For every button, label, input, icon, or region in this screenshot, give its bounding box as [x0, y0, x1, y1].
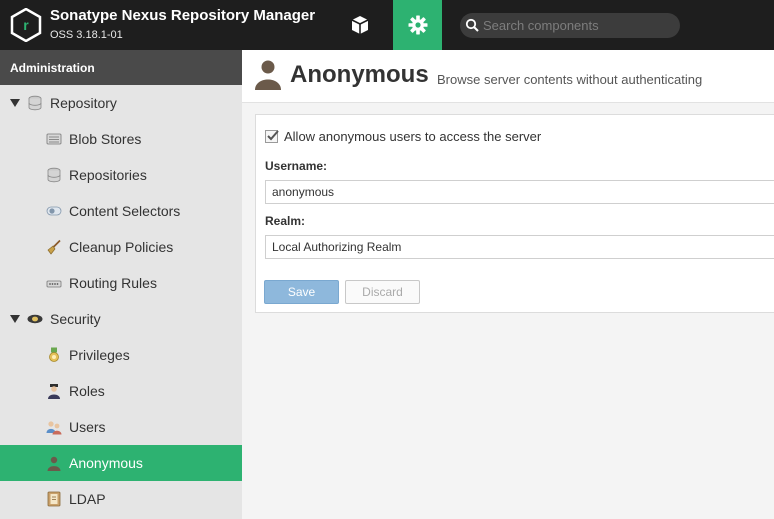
sidebar-item-blob-stores[interactable]: Blob Stores — [0, 121, 242, 157]
sidebar-item-repositories[interactable]: Repositories — [0, 157, 242, 193]
sidebar-item-label: Repositories — [69, 167, 147, 183]
page-subtitle: Browse server contents without authentic… — [437, 72, 703, 87]
server-icon — [46, 133, 62, 145]
broom-icon — [47, 239, 61, 255]
sidebar-heading: Administration — [0, 50, 242, 85]
selector-icon — [46, 206, 62, 216]
cube-icon — [351, 16, 368, 34]
users-icon — [46, 421, 62, 435]
police-badge-icon — [27, 314, 43, 324]
administration-nav-button[interactable] — [393, 0, 442, 50]
app-version: OSS 3.18.1-01 — [50, 29, 123, 41]
main-content: Anonymous Browse server contents without… — [242, 50, 774, 519]
sidebar-item-label: Anonymous — [69, 455, 143, 471]
router-icon — [46, 280, 62, 288]
sidebar-item-label: Privileges — [69, 347, 130, 363]
username-field[interactable]: anonymous — [265, 180, 774, 204]
sidebar-item-users[interactable]: Users — [0, 409, 242, 445]
sidebar-item-routing-rules[interactable]: Routing Rules — [0, 265, 242, 301]
browse-nav-button[interactable] — [335, 0, 384, 50]
chevron-down-icon[interactable] — [10, 315, 20, 323]
sidebar-item-roles[interactable]: Roles — [0, 373, 242, 409]
user-silhouette-icon — [47, 456, 61, 471]
checkmark-icon — [267, 130, 279, 141]
page-title: Anonymous — [290, 61, 429, 88]
username-label: Username: — [265, 159, 328, 173]
sidebar-item-ldap[interactable]: LDAP — [0, 481, 242, 517]
discard-button[interactable]: Discard — [345, 280, 420, 304]
address-book-icon — [47, 491, 61, 507]
sidebar-item-label: Roles — [69, 383, 105, 399]
search-input[interactable] — [483, 16, 673, 35]
officer-icon — [48, 384, 60, 399]
save-button[interactable]: Save — [264, 280, 339, 304]
sidebar-item-content-selectors[interactable]: Content Selectors — [0, 193, 242, 229]
svg-text:r: r — [23, 17, 29, 33]
user-silhouette-icon — [255, 60, 281, 90]
sidebar-item-label: Blob Stores — [69, 131, 142, 147]
chevron-down-icon[interactable] — [10, 99, 20, 107]
sidebar-item-label: LDAP — [69, 491, 106, 507]
sidebar-item-repository[interactable]: Repository — [0, 85, 242, 121]
allow-anonymous-row[interactable]: Allow anonymous users to access the serv… — [265, 129, 541, 144]
sidebar-item-label: Routing Rules — [69, 275, 157, 291]
search-box[interactable] — [460, 13, 680, 38]
sidebar-item-label: Users — [69, 419, 106, 435]
sidebar-item-label: Repository — [50, 95, 117, 111]
top-header: r Sonatype Nexus Repository Manager OSS … — [0, 0, 774, 50]
database-icon — [28, 95, 42, 111]
allow-anonymous-checkbox[interactable] — [265, 130, 279, 143]
sidebar-item-label: Security — [50, 311, 101, 327]
allow-anonymous-label: Allow anonymous users to access the serv… — [284, 129, 542, 144]
app-title: Sonatype Nexus Repository Manager — [50, 7, 316, 24]
anonymous-settings-form: Allow anonymous users to access the serv… — [255, 114, 774, 313]
sidebar-item-label: Content Selectors — [69, 203, 181, 219]
sidebar-item-privileges[interactable]: Privileges — [0, 337, 242, 373]
sidebar-item-security[interactable]: Security — [0, 301, 242, 337]
sidebar-item-anonymous[interactable]: Anonymous — [0, 445, 242, 481]
gear-icon — [408, 15, 427, 35]
medal-icon — [49, 347, 59, 362]
nexus-logo-icon[interactable]: r — [10, 8, 42, 42]
search-icon — [465, 18, 479, 32]
sidebar-item-cleanup-policies[interactable]: Cleanup Policies — [0, 229, 242, 265]
sidebar: Administration Repository Blob Stores Re… — [0, 50, 242, 519]
page-header: Anonymous Browse server contents without… — [242, 50, 774, 103]
sidebar-item-label: Cleanup Policies — [69, 239, 174, 255]
realm-select[interactable]: Local Authorizing Realm — [265, 235, 774, 259]
database-icon — [47, 167, 61, 183]
realm-label: Realm: — [265, 214, 306, 228]
